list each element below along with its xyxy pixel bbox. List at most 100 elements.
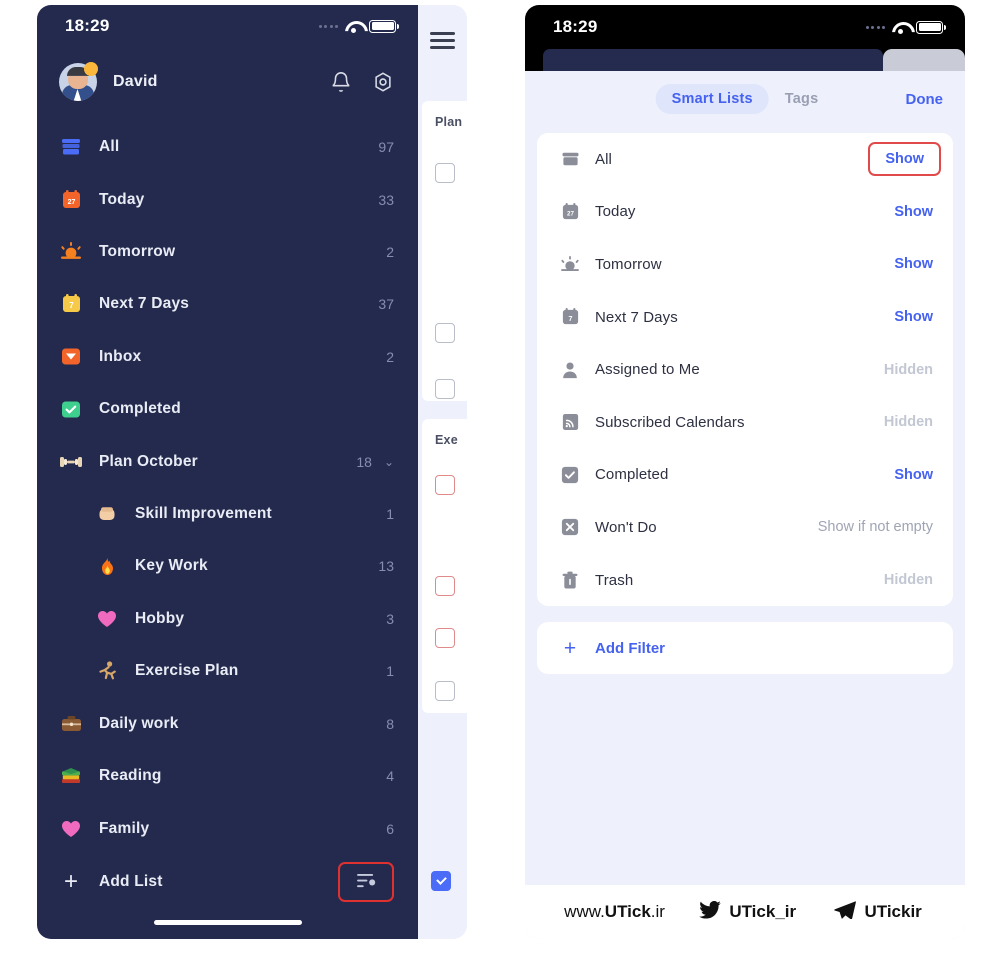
peek-checkbox-checked[interactable] bbox=[431, 871, 451, 891]
svg-text:27: 27 bbox=[567, 210, 574, 217]
tab-smart-lists[interactable]: Smart Lists bbox=[655, 84, 769, 114]
svg-text:7: 7 bbox=[568, 315, 572, 323]
peek-checkbox[interactable] bbox=[435, 681, 455, 701]
peek-card-plan: Plan bbox=[422, 101, 467, 401]
calendar-week-icon: 7 bbox=[59, 292, 83, 316]
sidebar-item-exercise-plan[interactable]: Exercise Plan 1 bbox=[59, 645, 394, 698]
smart-list-visibility-toggle[interactable]: Show bbox=[868, 142, 941, 177]
smart-list-row-next-7-days[interactable]: 7 Next 7 Days Show bbox=[537, 291, 953, 344]
smart-list-row-won-t-do[interactable]: Won't Do Show if not empty bbox=[537, 501, 953, 554]
left-status-bar: 18:29 bbox=[37, 5, 418, 47]
watermark-handle: UTick_ir bbox=[729, 902, 797, 921]
smart-list-visibility-toggle[interactable]: Show if not empty bbox=[818, 519, 933, 535]
sidebar-item-count: 1 bbox=[386, 505, 394, 522]
running-emoji bbox=[95, 659, 119, 683]
background-layer bbox=[525, 49, 965, 71]
signal-dots-icon bbox=[865, 25, 885, 29]
sidebar-item-count: 2 bbox=[386, 348, 394, 365]
smart-list-label: All bbox=[595, 150, 612, 168]
sidebar-item-label: Next 7 Days bbox=[99, 295, 190, 313]
right-phone-screenshot: 18:29 Smart Lists Tags Done All Show 27 Tod… bbox=[525, 5, 965, 939]
status-time: 18:29 bbox=[553, 17, 598, 36]
smart-list-visibility-toggle[interactable]: Show bbox=[894, 309, 933, 325]
add-filter-card: + Add Filter bbox=[537, 622, 953, 675]
peek-checkbox[interactable] bbox=[435, 379, 455, 399]
sidebar-item-plan-october[interactable]: Plan October 18 ⌄ bbox=[59, 435, 394, 487]
profile-row[interactable]: David bbox=[37, 53, 418, 111]
sidebar-item-tomorrow[interactable]: Tomorrow 2 bbox=[59, 226, 394, 278]
smart-list-row-completed[interactable]: Completed Show bbox=[537, 449, 953, 502]
sidebar-item-label: Completed bbox=[99, 400, 181, 418]
done-button[interactable]: Done bbox=[906, 91, 944, 108]
peek-menu-button[interactable] bbox=[418, 5, 467, 75]
smart-list-label: Tomorrow bbox=[595, 255, 662, 273]
smart-list-visibility-toggle[interactable]: Show bbox=[894, 467, 933, 483]
watermark-bar: www. UTick .ir UTick_ir UTickir bbox=[525, 885, 965, 939]
smart-list-row-trash[interactable]: Trash Hidden bbox=[537, 554, 953, 607]
sidebar-item-family[interactable]: Family 6 bbox=[59, 803, 394, 855]
sidebar-item-reading[interactable]: Reading 4 bbox=[59, 750, 394, 802]
sidebar-item-count: 37 bbox=[378, 296, 394, 313]
gear-icon[interactable] bbox=[372, 71, 394, 93]
plus-icon: + bbox=[563, 636, 577, 660]
sidebar-item-count: 2 bbox=[386, 243, 394, 260]
sidebar-item-label: Inbox bbox=[99, 347, 142, 365]
sidebar-item-completed[interactable]: Completed bbox=[59, 383, 394, 435]
check-square-icon bbox=[559, 466, 581, 484]
sidebar-item-daily-work[interactable]: Daily work 8 bbox=[59, 698, 394, 750]
bell-icon[interactable] bbox=[330, 71, 352, 93]
home-indicator bbox=[153, 920, 302, 925]
smart-list-row-assigned-to-me[interactable]: Assigned to Me Hidden bbox=[537, 343, 953, 396]
smart-list-row-subscribed-calendars[interactable]: Subscribed Calendars Hidden bbox=[537, 396, 953, 449]
check-square-icon bbox=[59, 397, 83, 421]
calendar-week-icon: 7 bbox=[559, 308, 581, 326]
watermark-item: UTickir bbox=[834, 900, 925, 924]
sidebar-item-key-work[interactable]: Key Work 13 bbox=[59, 540, 394, 593]
add-filter-label: Add Filter bbox=[595, 639, 665, 657]
smart-list-row-all[interactable]: All Show bbox=[537, 133, 953, 186]
sidebar-item-label: Plan October bbox=[99, 452, 198, 470]
hamburger-menu-icon[interactable] bbox=[430, 28, 455, 53]
sunrise-icon bbox=[559, 255, 581, 273]
chevron-down-icon[interactable]: ⌄ bbox=[384, 456, 394, 468]
sidebar-item-label: Today bbox=[99, 190, 145, 208]
smart-list-visibility-toggle[interactable]: Show bbox=[894, 204, 933, 220]
sidebar-item-count: 8 bbox=[386, 715, 394, 732]
avatar[interactable] bbox=[59, 62, 98, 101]
smart-list-row-today[interactable]: 27 Today Show bbox=[537, 186, 953, 239]
peek-checkbox[interactable] bbox=[435, 323, 455, 343]
inbox-icon bbox=[59, 345, 83, 369]
sidebar-item-today[interactable]: 27 Today 33 bbox=[59, 173, 394, 225]
smart-list-visibility-toggle[interactable]: Hidden bbox=[884, 572, 933, 588]
peek-checkbox[interactable] bbox=[435, 475, 455, 495]
smart-list-row-tomorrow[interactable]: Tomorrow Show bbox=[537, 238, 953, 291]
tab-tags[interactable]: Tags bbox=[769, 84, 835, 114]
sidebar-item-count: 18 bbox=[356, 453, 372, 470]
fist-emoji bbox=[95, 502, 119, 526]
peek-checkbox[interactable] bbox=[435, 163, 455, 183]
sort-settings-button[interactable] bbox=[338, 861, 394, 902]
sheet-tabs: Smart Lists Tags Done bbox=[525, 71, 965, 127]
sidebar-item-next-7-days[interactable]: 7 Next 7 Days 37 bbox=[59, 278, 394, 330]
sidebar-item-all[interactable]: All 97 bbox=[59, 121, 394, 173]
person-icon bbox=[559, 361, 581, 379]
sidebar-item-count: 4 bbox=[386, 768, 394, 785]
calendar-rss-icon bbox=[559, 413, 581, 431]
smart-list-visibility-toggle[interactable]: Hidden bbox=[884, 362, 933, 378]
peek-checkbox[interactable] bbox=[435, 576, 455, 596]
sidebar-item-count: 33 bbox=[378, 191, 394, 208]
smart-list-visibility-toggle[interactable]: Show bbox=[894, 256, 933, 272]
sidebar-item-inbox[interactable]: Inbox 2 bbox=[59, 331, 394, 383]
sidebar-item-label: Hobby bbox=[135, 609, 185, 627]
sidebar-item-skill-improvement[interactable]: Skill Improvement 1 bbox=[59, 488, 394, 541]
profile-name: David bbox=[113, 73, 158, 90]
add-filter-button[interactable]: + Add Filter bbox=[537, 622, 953, 674]
smart-list-visibility-toggle[interactable]: Hidden bbox=[884, 414, 933, 430]
smart-list-label: Today bbox=[595, 203, 636, 221]
sidebar-item-add-list[interactable]: + Add List bbox=[59, 855, 394, 909]
sidebar-item-hobby[interactable]: Hobby 3 bbox=[59, 593, 394, 646]
peek-checkbox[interactable] bbox=[435, 628, 455, 648]
smart-list-label: Next 7 Days bbox=[595, 308, 678, 326]
status-indicators bbox=[865, 20, 946, 34]
calendar-27-icon: 27 bbox=[559, 202, 581, 221]
